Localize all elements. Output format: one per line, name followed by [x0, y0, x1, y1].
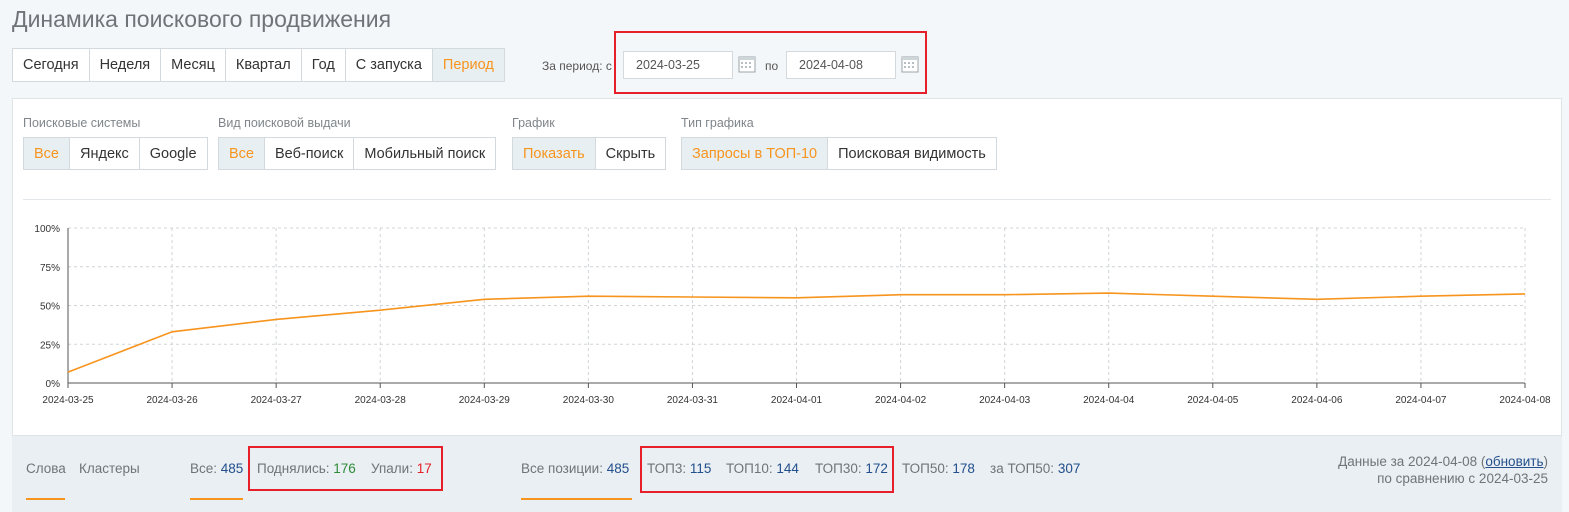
data-info: Данные за 2024-04-08 (обновить) по сравн…	[1338, 453, 1548, 487]
stat-top50[interactable]: ТОП50: 178	[902, 461, 975, 476]
chart-panel: Поисковые системы Все Яндекс Google Вид …	[12, 98, 1562, 436]
x-tick-label: 2024-04-05	[1187, 395, 1239, 406]
stat-positions-value: 485	[606, 461, 630, 476]
period-label: За период: с	[542, 59, 612, 73]
stat-beyond-label: за ТОП50:	[990, 461, 1055, 476]
data-info-line1: Данные за 2024-04-08 (обновить)	[1338, 453, 1548, 470]
x-tick-label: 2024-04-04	[1083, 395, 1135, 406]
data-info-prefix: Данные за 2024-04-08 (	[1338, 454, 1486, 469]
x-tick-label: 2024-03-28	[355, 395, 407, 406]
summary-bar: Слова Кластеры Все: 485 Поднялись: 176 У…	[12, 436, 1562, 512]
tab-period[interactable]: Период	[432, 49, 504, 81]
y-tick-label: 0%	[46, 379, 61, 390]
stat-all[interactable]: Все: 485	[190, 461, 243, 476]
tab-today[interactable]: Сегодня	[13, 49, 90, 81]
refresh-link[interactable]: обновить	[1485, 454, 1543, 469]
stat-positions[interactable]: Все позиции: 485	[521, 461, 629, 476]
x-tick-label: 2024-04-03	[979, 395, 1031, 406]
x-tick-label: 2024-03-31	[667, 395, 719, 406]
y-tick-label: 100%	[34, 224, 60, 235]
stat-all-label: Все:	[190, 461, 218, 476]
x-tick-label: 2024-03-30	[563, 395, 615, 406]
stat-top50-label: ТОП50:	[902, 461, 949, 476]
highlight-box-dates	[614, 31, 927, 94]
tab-quarter[interactable]: Квартал	[226, 49, 302, 81]
y-tick-label: 50%	[40, 302, 60, 313]
line-chart: 0% 25% 50% 75% 100% 2024-03-25 2024-03-26 2024-…	[34, 224, 1551, 406]
x-tick-label: 2024-04-08	[1499, 395, 1551, 406]
tab-since-launch[interactable]: С запуска	[346, 49, 433, 81]
tab-week[interactable]: Неделя	[90, 49, 162, 81]
stat-beyond-value: 307	[1057, 461, 1081, 476]
tab-month[interactable]: Месяц	[161, 49, 226, 81]
x-tick-label: 2024-03-29	[459, 395, 511, 406]
period-tabs: Сегодня Неделя Месяц Квартал Год С запус…	[12, 48, 505, 82]
x-tick-label: 2024-04-02	[875, 395, 927, 406]
stat-all-underline	[190, 498, 243, 500]
data-info-line2: по сравнению с 2024-03-25	[1377, 471, 1548, 486]
x-tick-label: 2024-03-26	[146, 395, 198, 406]
page-title: Динамика поискового продвижения	[12, 6, 392, 32]
highlight-box-tops	[640, 446, 894, 493]
y-tick-label: 75%	[40, 263, 60, 274]
data-info-suffix: )	[1543, 454, 1549, 469]
highlight-box-movement	[248, 446, 443, 491]
y-tick-label: 25%	[40, 340, 60, 351]
stat-positions-label: Все позиции:	[521, 461, 603, 476]
stat-beyond-top50[interactable]: за ТОП50: 307	[990, 461, 1080, 476]
stat-top50-value: 178	[952, 461, 975, 476]
stat-all-value: 485	[220, 461, 244, 476]
x-tick-label: 2024-04-07	[1395, 395, 1447, 406]
x-tick-label: 2024-03-27	[251, 395, 303, 406]
x-tick-label: 2024-04-06	[1291, 395, 1343, 406]
tab-words-underline	[26, 498, 65, 500]
x-tick-label: 2024-04-01	[771, 395, 823, 406]
stat-positions-underline	[521, 498, 632, 500]
x-tick-label: 2024-03-25	[42, 395, 94, 406]
tab-words[interactable]: Слова	[26, 461, 66, 476]
tab-clusters[interactable]: Кластеры	[79, 461, 140, 476]
tab-year[interactable]: Год	[302, 49, 346, 81]
